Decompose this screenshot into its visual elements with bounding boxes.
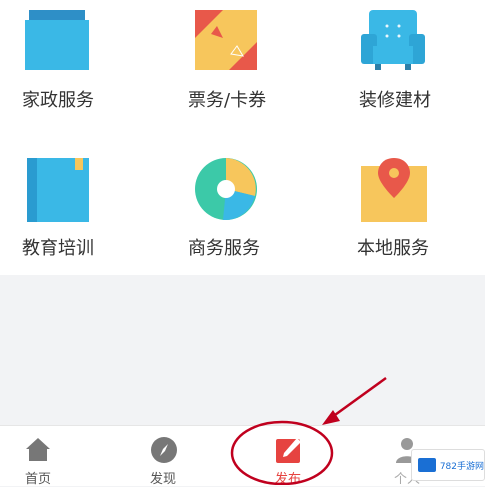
service-label: 家政服务: [22, 90, 94, 111]
watermark-logo-icon: [418, 458, 436, 472]
service-item-decoration[interactable]: 装修建材: [325, 0, 485, 130]
book-icon: [27, 158, 89, 222]
sofa-icon: [361, 10, 425, 70]
annotation-arrow-line: [327, 376, 387, 422]
tab-publish[interactable]: 发布: [253, 426, 323, 487]
service-item-business[interactable]: 商务服务: [165, 150, 325, 275]
pie-chart-icon: [195, 158, 257, 221]
folder-icon: [25, 10, 89, 70]
tab-home[interactable]: 首页: [3, 426, 73, 487]
tab-discover[interactable]: 发现: [128, 426, 198, 487]
compass-icon: [151, 437, 177, 463]
service-label: 装修建材: [359, 90, 431, 111]
service-item-tickets[interactable]: 票务/卡券: [165, 0, 325, 130]
annotation-arrowhead: [322, 410, 340, 425]
home-icon: [26, 438, 50, 461]
map-pin-icon: [361, 158, 427, 222]
watermark-text: 782手游网: [439, 461, 484, 472]
ticket-icon: [195, 10, 257, 70]
edit-icon: [276, 438, 301, 463]
watermark: 782手游网: [411, 449, 485, 481]
service-label: 本地服务: [357, 238, 429, 259]
service-label: 商务服务: [188, 238, 260, 259]
service-item-education[interactable]: 教育培训: [0, 150, 160, 275]
service-grid: 家政服务 票务/卡券 装修建材 教育培训 商务服务 本地服务: [0, 0, 485, 275]
service-item-local[interactable]: 本地服务: [325, 150, 485, 275]
service-item-housekeeping[interactable]: 家政服务: [0, 0, 160, 130]
service-label: 票务/卡券: [188, 90, 267, 111]
service-label: 教育培训: [22, 238, 94, 259]
